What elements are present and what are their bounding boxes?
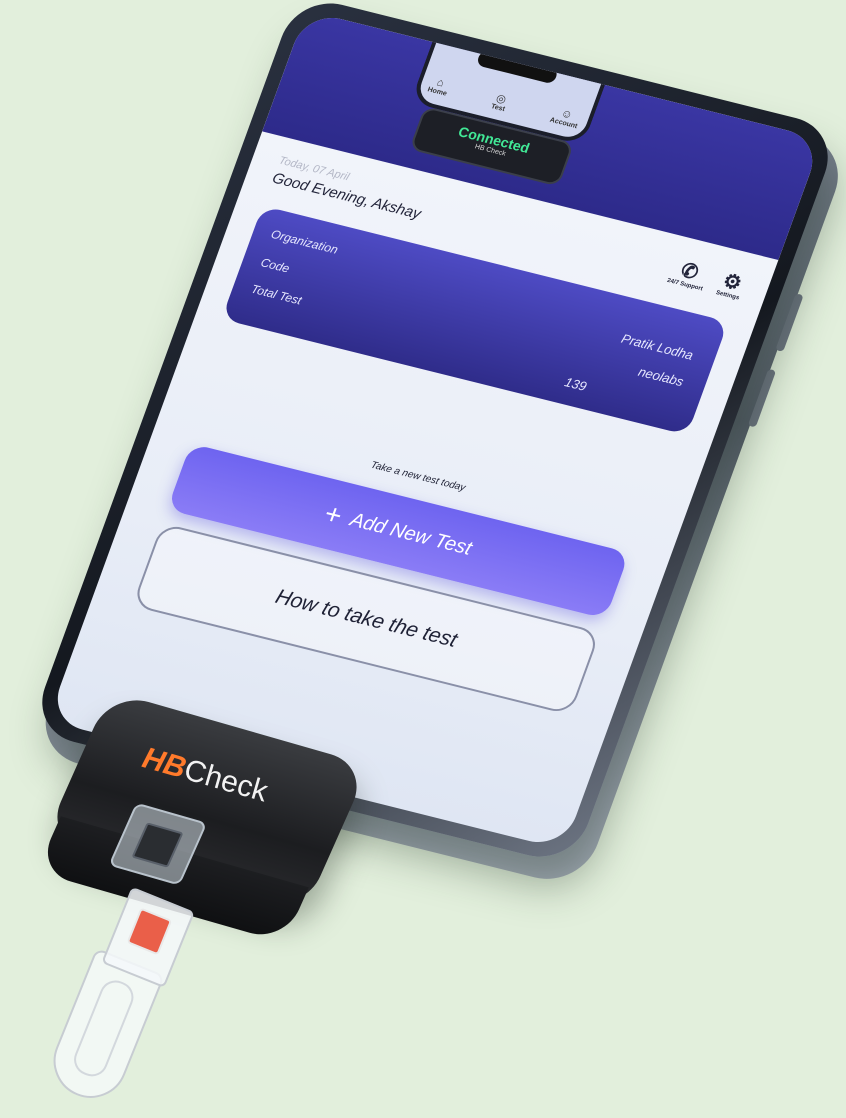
mini-nav-account[interactable]: ☺ Account (548, 105, 582, 131)
screen-header-bg: ⌂ Home ◎ Test ☺ Account Connected HB Check (262, 10, 823, 261)
test-strip-sample-pad (126, 907, 173, 956)
mini-nav-test[interactable]: ◎ Test (490, 91, 510, 113)
mini-nav-home[interactable]: ⌂ Home (426, 75, 452, 99)
organization-card: Organization Pratik Lodha Code neolabs T… (221, 205, 729, 436)
support-button[interactable]: ✆ 24/7 Support (666, 257, 711, 292)
header-actions: ✆ 24/7 Support ⚙ Settings (666, 257, 747, 301)
dynamic-island (475, 49, 559, 85)
product-scene: ⌂ Home ◎ Test ☺ Account Connected HB Check … (0, 0, 846, 1110)
plus-icon: + (320, 497, 347, 532)
dongle-brand-logo: HBCheck (138, 741, 272, 809)
add-new-test-label: Add New Test (347, 508, 475, 560)
total-test-value: 139 (562, 374, 589, 394)
how-to-test-label: How to take the test (272, 585, 461, 652)
strip-slot-opening (131, 822, 184, 868)
settings-button[interactable]: ⚙ Settings (715, 269, 748, 301)
test-strip-cutout (69, 975, 139, 1082)
